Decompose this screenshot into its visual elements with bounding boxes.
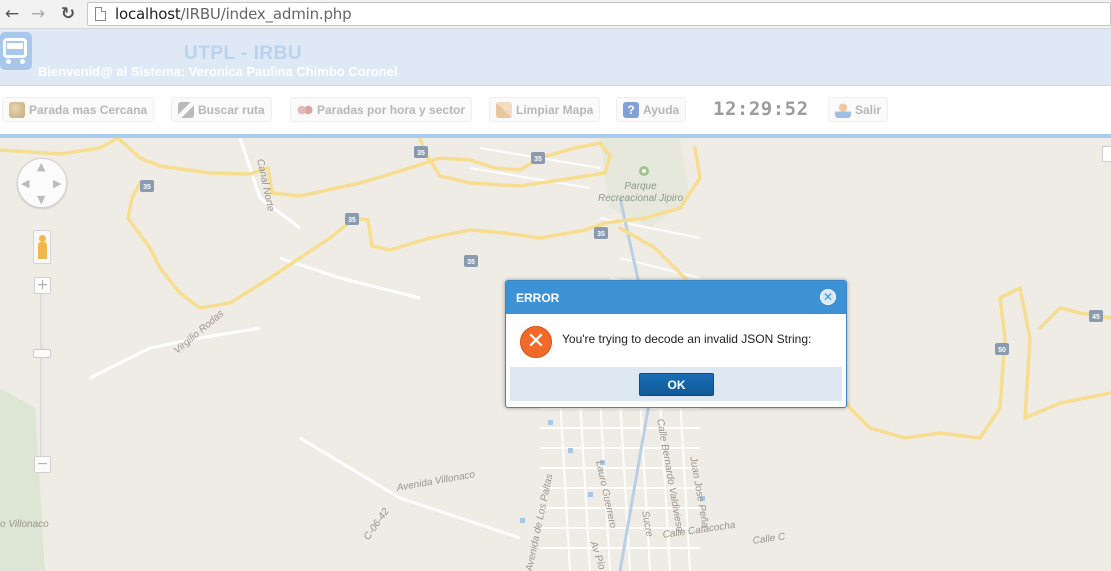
address-bar[interactable]: localhost/IRBU/index_admin.php	[87, 2, 1111, 26]
road-shield-35-e: 35	[597, 231, 605, 238]
app-header: UTPL - IRBU Bienvenid@ al Sistema: Veron…	[0, 29, 1111, 86]
logout-label: Salir	[855, 102, 882, 117]
search-route-button[interactable]: Buscar ruta	[171, 97, 272, 122]
park-label-text: Parque Recreacional Jipiro	[598, 181, 684, 204]
close-icon[interactable]: ✕	[820, 289, 836, 305]
pan-left-icon[interactable]: ◀	[21, 177, 29, 190]
nearest-stop-button[interactable]: Parada mas Cercana	[2, 97, 155, 122]
bus-stop-icon	[9, 101, 25, 118]
welcome-message: Bienvenid@ al Sistema: Veronica Paulina …	[38, 64, 398, 79]
error-dialog: ERROR ✕ ✕ You're trying to decode an inv…	[505, 280, 847, 408]
pan-up-icon[interactable]: ▲	[37, 160, 45, 173]
logout-button[interactable]: Salir	[828, 97, 889, 122]
park-label: Parque Recreacional Jipiro	[598, 181, 683, 205]
reload-icon[interactable]: ↻	[58, 4, 78, 24]
zoom-slider-handle[interactable]	[33, 349, 51, 358]
dialog-title: ERROR	[516, 291, 560, 305]
street-label-villonaco: o Villonaco	[0, 519, 49, 530]
map-pan-control[interactable]: ▲ ▼ ◀ ▶	[17, 158, 67, 208]
help-label: Ayuda	[643, 102, 680, 117]
street-view-pegman-icon[interactable]	[33, 230, 51, 264]
clear-map-label: Limpiar Mapa	[516, 102, 594, 117]
road-shield-35-c: 35	[143, 184, 151, 191]
bus-icon	[0, 32, 32, 70]
road-shield-45: 45	[1092, 314, 1100, 321]
url-host: localhost	[115, 5, 181, 23]
help-button[interactable]: ? Ayuda	[616, 97, 687, 122]
help-icon: ?	[623, 101, 639, 118]
eraser-icon	[496, 101, 512, 118]
app-title: UTPL - IRBU	[184, 43, 303, 64]
dialog-titlebar[interactable]: ERROR ✕	[506, 281, 846, 314]
zoom-in-button[interactable]: +	[34, 277, 51, 294]
road-shield-35-a: 35	[417, 150, 425, 157]
back-arrow-icon[interactable]: ←	[2, 4, 22, 24]
map-type-control[interactable]	[1102, 146, 1111, 162]
clear-map-button[interactable]: Limpiar Mapa	[489, 97, 601, 122]
page-icon	[95, 7, 106, 21]
main-toolbar: Parada mas Cercana Buscar ruta Paradas p…	[0, 86, 1111, 134]
url-path: /IRBU/index_admin.php	[180, 5, 352, 23]
road-shield-35-f: 35	[467, 259, 475, 266]
binoculars-icon	[297, 101, 313, 118]
nearest-stop-label: Parada mas Cercana	[29, 102, 148, 117]
road-shield-35-d: 35	[348, 217, 356, 224]
ok-button[interactable]: OK	[639, 373, 714, 396]
dialog-body: ✕ You're trying to decode an invalid JSO…	[506, 314, 846, 366]
error-icon: ✕	[520, 326, 552, 358]
user-logout-icon	[835, 101, 851, 118]
stops-by-hour-label: Paradas por hora y sector	[317, 102, 466, 117]
dialog-footer: OK	[510, 367, 842, 401]
pan-down-icon[interactable]: ▼	[37, 193, 45, 206]
road-shield-35-b: 35	[534, 156, 542, 163]
url-text[interactable]: localhost/IRBU/index_admin.php	[115, 5, 352, 23]
clock: 12:29:52	[713, 98, 809, 120]
zoom-slider-track[interactable]	[40, 288, 44, 468]
pan-right-icon[interactable]: ▶	[53, 177, 61, 190]
browser-toolbar: ← → ↻ localhost/IRBU/index_admin.php	[0, 0, 1111, 29]
forward-arrow-icon[interactable]: →	[28, 4, 48, 24]
route-search-icon	[178, 101, 194, 118]
search-route-label: Buscar ruta	[198, 102, 265, 117]
zoom-out-button[interactable]: −	[34, 456, 51, 473]
road-shield-50: 50	[998, 347, 1006, 354]
dialog-message: You're trying to decode an invalid JSON …	[562, 332, 812, 346]
stops-by-hour-button[interactable]: Paradas por hora y sector	[290, 97, 473, 122]
